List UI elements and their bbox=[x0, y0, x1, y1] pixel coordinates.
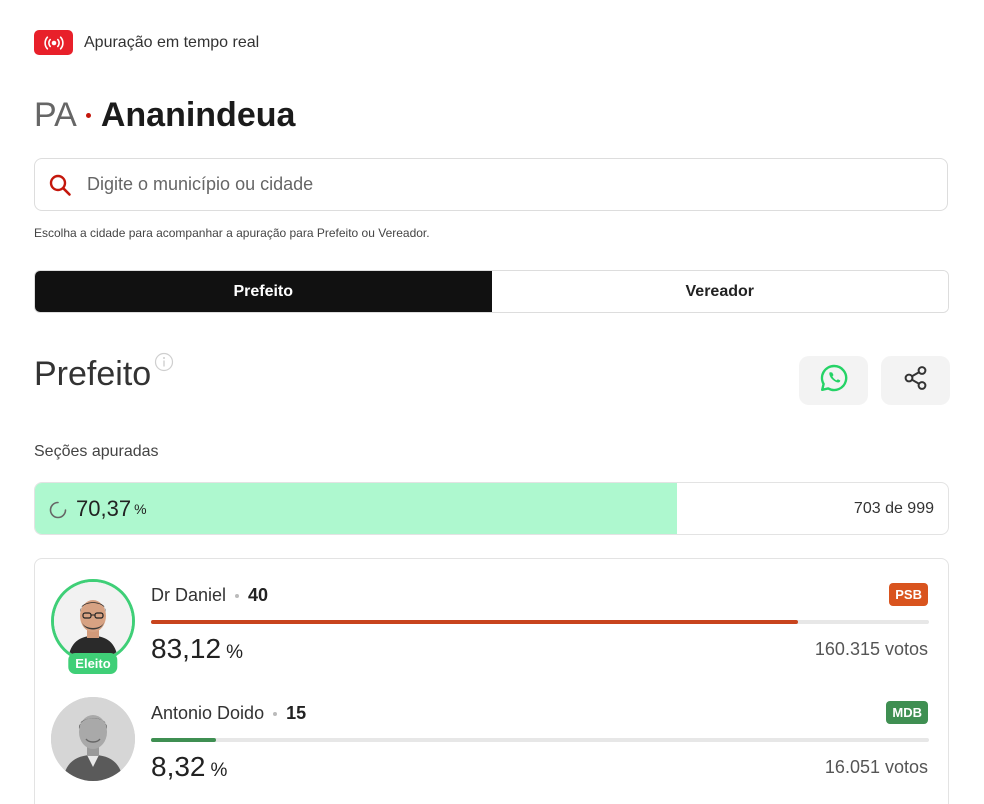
candidate-avatar-wrap bbox=[51, 697, 135, 781]
progress-percent-sign: % bbox=[134, 500, 147, 517]
whatsapp-share-button[interactable] bbox=[799, 356, 868, 405]
candidates-card: Eleito Dr Daniel 40 PSB 83,12 % 160.315 … bbox=[34, 558, 949, 804]
search-hint: Escolha a cidade para acompanhar a apura… bbox=[34, 226, 430, 240]
candidate-percent-value: 8,32 bbox=[151, 751, 206, 782]
location-state: PA bbox=[34, 96, 77, 134]
section-title: Prefeito bbox=[34, 355, 152, 393]
candidate-percent: 83,12 % bbox=[151, 633, 243, 665]
info-icon[interactable] bbox=[154, 352, 174, 377]
avatar bbox=[51, 579, 135, 663]
candidate-row[interactable]: Eleito Dr Daniel 40 PSB 83,12 % 160.315 … bbox=[35, 559, 948, 674]
tab-prefeito[interactable]: Prefeito bbox=[35, 271, 492, 312]
candidate-number: 40 bbox=[248, 585, 269, 605]
candidate-percent-value: 83,12 bbox=[151, 633, 222, 664]
location-city: Ananindeua bbox=[100, 96, 296, 134]
vote-bar-fill bbox=[151, 738, 216, 742]
candidate-percent: 8,32 % bbox=[151, 751, 227, 783]
name-separator-dot bbox=[235, 593, 240, 598]
live-indicator: Apuração em tempo real bbox=[34, 30, 259, 55]
progress-count: 703 de 999 bbox=[853, 499, 934, 517]
progress-label: Seções apuradas bbox=[34, 443, 159, 460]
vote-bar bbox=[151, 738, 929, 742]
elected-badge: Eleito bbox=[68, 653, 118, 674]
candidate-avatar-wrap: Eleito bbox=[51, 579, 135, 674]
candidate-name-row: Dr Daniel 40 bbox=[151, 585, 268, 606]
party-badge: PSB bbox=[889, 583, 928, 606]
candidate-percent-sign: % bbox=[226, 642, 243, 663]
tab-vereador[interactable]: Vereador bbox=[491, 271, 948, 312]
page: Apuração em tempo real PA Ananindeua Esc… bbox=[0, 0, 984, 804]
candidate-percent-sign: % bbox=[210, 760, 228, 781]
candidate-name: Dr Daniel bbox=[151, 585, 227, 605]
search-box[interactable] bbox=[34, 158, 948, 211]
candidate-row[interactable]: Antonio Doido 15 MDB 8,32 % 16.051 votos bbox=[35, 677, 948, 787]
progress-value: 70,37 % bbox=[49, 483, 147, 534]
live-label: Apuração em tempo real bbox=[84, 33, 260, 51]
party-badge: MDB bbox=[886, 701, 928, 724]
share-button[interactable] bbox=[881, 356, 950, 405]
candidate-votes: 16.051 votos bbox=[824, 757, 928, 777]
whatsapp-icon bbox=[819, 363, 849, 398]
name-separator-dot bbox=[273, 711, 278, 716]
search-input[interactable] bbox=[85, 173, 909, 196]
candidate-name-row: Antonio Doido 15 bbox=[151, 703, 306, 724]
vote-bar-fill bbox=[151, 620, 798, 624]
progress-percent: 70,37 bbox=[76, 495, 132, 521]
avatar bbox=[51, 697, 135, 781]
vote-bar bbox=[151, 620, 929, 624]
sections-progress-bar: 70,37 % 703 de 999 bbox=[34, 482, 949, 535]
live-broadcast-icon bbox=[34, 30, 73, 55]
candidate-votes: 160.315 votos bbox=[814, 639, 928, 659]
office-tabs: Prefeito Vereador bbox=[34, 270, 949, 313]
location-title: PA Ananindeua bbox=[34, 96, 295, 135]
loading-spinner-icon bbox=[49, 501, 67, 518]
search-icon bbox=[47, 172, 73, 198]
candidate-name: Antonio Doido bbox=[151, 703, 265, 723]
share-icon bbox=[902, 364, 930, 397]
location-separator-dot bbox=[85, 113, 91, 118]
candidate-number: 15 bbox=[286, 703, 307, 723]
